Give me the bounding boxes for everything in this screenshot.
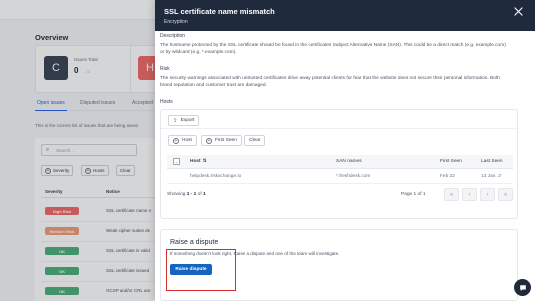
host-column-header[interactable]: Host ⇅ — [190, 159, 207, 164]
export-label: Export — [180, 118, 195, 123]
clear-label: Clear — [249, 138, 261, 143]
first-page-icon: « — [449, 191, 454, 198]
last-page-button[interactable]: » — [498, 188, 513, 201]
prev-page-button[interactable]: ‹ — [462, 188, 477, 201]
export-icon: ⇪ — [173, 117, 178, 124]
drawer-header: SSL certificate name mismatch Encryption — [155, 0, 535, 31]
drawer-subtitle: Encryption — [164, 19, 188, 25]
san-names-column-header[interactable]: SAN names — [336, 159, 362, 164]
next-page-button[interactable]: › — [480, 188, 495, 201]
close-button[interactable] — [514, 7, 523, 16]
chevron-left-icon: ‹ — [468, 191, 471, 198]
last-seen-cell: 13 Jan. 2’ — [481, 174, 502, 179]
risk-text: The security warnings associated with un… — [160, 76, 500, 88]
first-seen-column-header[interactable]: First Seen — [440, 159, 462, 164]
chat-button[interactable] — [514, 279, 531, 296]
export-button[interactable]: ⇪ Export — [168, 115, 200, 126]
chat-icon — [519, 284, 526, 291]
hosts-panel: ⇪ Export + Host + First Seen Clear ⌄ Hos… — [160, 109, 519, 219]
host-filter-label: Host — [182, 138, 192, 143]
plus-icon: + — [206, 137, 212, 144]
first-seen-filter[interactable]: + First Seen — [201, 135, 242, 146]
chevron-right-icon: › — [486, 191, 489, 198]
risk-label: Risk — [160, 66, 170, 72]
clear-button[interactable]: Clear — [244, 135, 266, 146]
highlight-annotation — [166, 249, 236, 291]
table-row[interactable]: helpdesk.riskxchange.io *.freshdesk.com … — [167, 169, 513, 184]
first-seen-cell: Feb 22 — [440, 174, 455, 179]
divider — [161, 128, 519, 129]
drawer-title: SSL certificate name mismatch — [164, 7, 275, 16]
last-page-icon: » — [503, 191, 508, 198]
first-page-button[interactable]: « — [444, 188, 459, 201]
host-filter[interactable]: + Host — [168, 135, 197, 146]
hosts-label: Hosts — [160, 99, 173, 105]
showing-count: Showing 1 - 1 of 1 — [167, 192, 206, 197]
plus-icon: + — [173, 137, 179, 144]
first-seen-filter-label: First Seen — [215, 138, 237, 143]
san-names-cell: *.freshdesk.com — [336, 174, 371, 179]
dispute-title: Raise a dispute — [170, 239, 219, 246]
close-icon — [514, 7, 523, 16]
host-cell: helpdesk.riskxchange.io — [190, 174, 242, 179]
hosts-table-header: ⌄ Host ⇅ SAN names First Seen Last Seen — [167, 155, 513, 169]
select-all-checkbox[interactable]: ⌄ — [173, 158, 180, 165]
description-text: The hostname protected by the SSL certif… — [160, 43, 506, 55]
sort-icon: ⇅ — [202, 159, 207, 164]
last-seen-column-header[interactable]: Last Seen — [481, 159, 503, 164]
description-label: Description — [160, 33, 186, 39]
page-indicator: Page 1 of 1 — [401, 192, 426, 197]
